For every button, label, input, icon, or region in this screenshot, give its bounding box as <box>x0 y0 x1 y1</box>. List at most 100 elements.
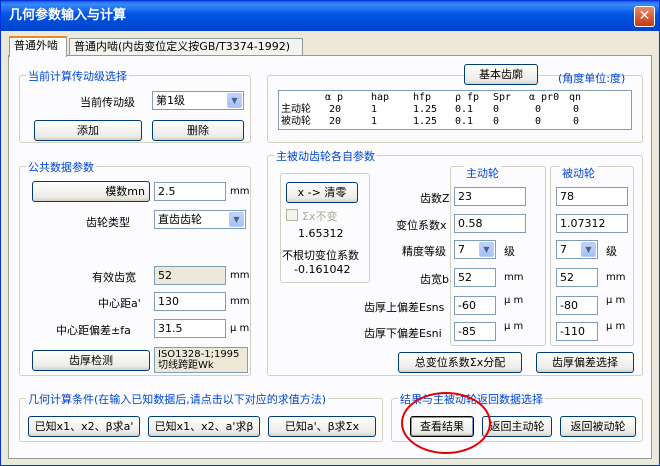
module-button[interactable]: 模数mn <box>32 181 150 202</box>
tab-internal-mesh[interactable]: 普通内啮(内齿变位定义按GB/T3374-1992) <box>69 38 303 56</box>
profile-cell: 20 <box>329 116 342 127</box>
driven-column-title: 被动轮 <box>560 165 597 181</box>
profile-cell: 0.1 <box>455 104 474 115</box>
driver-width-input[interactable]: 52 <box>454 268 496 287</box>
profile-header: qn <box>569 92 582 103</box>
calc-method-1-button[interactable]: 已知x1、x2、β求a' <box>28 416 140 437</box>
driver-lower-deviation-input[interactable]: -85 <box>454 322 496 341</box>
driver-upper-deviation-input[interactable]: -60 <box>454 296 496 315</box>
close-button[interactable]: ✕ <box>634 6 655 27</box>
chevron-down-icon[interactable]: ▼ <box>479 242 494 257</box>
driven-grade-select[interactable]: 7 ▼ <box>556 240 598 259</box>
stage-group-title: 当前计算传动级选择 <box>26 68 129 84</box>
current-stage-label: 当前传动级 <box>80 96 135 109</box>
return-driven-button[interactable]: 返回被动轮 <box>560 416 636 437</box>
calc-group-title: 几何计算条件(在输入已知数据后,请点击以下对应的求值方法) <box>26 391 329 407</box>
gears-group-title: 主被动齿轮各自参数 <box>274 148 377 164</box>
driven-grade-value: 7 <box>560 243 567 256</box>
profile-cell: 0 <box>573 104 580 115</box>
calc-method-3-button[interactable]: 已知a'、β求Σx <box>268 416 376 437</box>
thickness-method: 切线跨距Wk <box>158 360 214 371</box>
profile-cell: 0.1 <box>455 116 474 127</box>
gear-type-label: 齿轮类型 <box>86 216 130 229</box>
driver-column-title: 主动轮 <box>464 165 501 181</box>
add-stage-button[interactable]: 添加 <box>34 120 142 141</box>
profile-cell: 0 <box>535 104 542 115</box>
profile-row-driver[interactable]: 主动轮 20 1 1.25 0.1 0 0 0 <box>279 104 631 116</box>
chevron-down-icon[interactable]: ▼ <box>227 93 242 108</box>
delete-stage-button[interactable]: 删除 <box>152 120 244 141</box>
current-stage-select[interactable]: 第1级 ▼ <box>152 91 244 110</box>
center-deviation-unit: μ m <box>230 323 250 334</box>
module-input[interactable]: 2.5 <box>154 182 226 201</box>
driver-grade-select[interactable]: 7 ▼ <box>454 240 496 259</box>
profile-cell: 1 <box>371 104 378 115</box>
shift-sum-value: 1.65312 <box>298 227 344 240</box>
calc-method-2-button[interactable]: 已知x1、x2、a'求β <box>148 416 260 437</box>
basic-profile-button[interactable]: 基本齿廓 <box>464 64 538 85</box>
profile-header: hfp <box>413 92 432 103</box>
driven-lower-unit: μ m <box>606 321 626 332</box>
chevron-down-icon[interactable]: ▼ <box>229 212 244 227</box>
title-bar: 几何参数输入与计算 ✕ <box>1 1 659 31</box>
thickness-method-field: ISO1328-1;1995 切线跨距Wk <box>154 347 248 373</box>
face-width-b-label: 齿宽b <box>420 273 449 286</box>
driver-shift-input[interactable]: 0.58 <box>454 214 526 233</box>
driver-upper-unit: μ m <box>504 295 524 306</box>
profile-header: ρ fp <box>455 92 480 103</box>
angle-unit-note: (角度单位:度) <box>558 72 626 85</box>
center-deviation-label: 中心距偏差±fa <box>56 324 131 337</box>
tab-external-mesh[interactable]: 普通外啮 <box>9 36 67 57</box>
highlight-circle <box>401 392 491 454</box>
thickness-check-button[interactable]: 齿厚检测 <box>32 350 150 371</box>
clear-shift-button[interactable]: x -> 清零 <box>286 182 358 203</box>
lower-deviation-label: 齿厚下偏差Esni <box>364 327 442 340</box>
nonundercut-label: 不根切变位系数 <box>282 249 359 262</box>
accuracy-grade-label: 精度等级 <box>402 245 446 258</box>
profile-cell: 1.25 <box>413 116 438 127</box>
face-width-unit: mm <box>230 270 250 281</box>
face-width-field: 52 <box>154 266 226 285</box>
profile-cell: 20 <box>329 104 342 115</box>
driver-width-unit: mm <box>504 272 524 283</box>
driven-shift-input[interactable]: 1.07312 <box>556 214 628 233</box>
driver-teeth-input[interactable]: 23 <box>454 187 526 206</box>
center-distance-unit: mm <box>230 296 250 307</box>
gear-type-value: 直齿齿轮 <box>158 213 202 226</box>
gear-type-select[interactable]: 直齿齿轮 ▼ <box>154 210 246 229</box>
driver-grade-value: 7 <box>458 243 465 256</box>
driven-upper-deviation-input[interactable]: -80 <box>556 296 598 315</box>
profile-cell: 0 <box>573 116 580 127</box>
dialog-window: 几何参数输入与计算 ✕ 普通外啮 普通内啮(内齿变位定义按GB/T3374-19… <box>0 0 660 466</box>
chevron-down-icon[interactable]: ▼ <box>581 242 596 257</box>
driven-teeth-input[interactable]: 78 <box>556 187 628 206</box>
nonundercut-value: -0.161042 <box>294 263 351 276</box>
profile-header: α p <box>325 92 344 103</box>
center-distance-label: 中心距a' <box>98 297 141 310</box>
driven-width-unit: mm <box>606 272 626 283</box>
shift-coefficient-label: 变位系数x <box>396 219 447 232</box>
profile-cell: 0 <box>535 116 542 127</box>
profile-cell: 1.25 <box>413 104 438 115</box>
center-deviation-input[interactable]: 31.5 <box>154 319 226 338</box>
driven-lower-deviation-input[interactable]: -110 <box>556 322 598 341</box>
sum-fixed-checkbox[interactable] <box>286 209 298 221</box>
total-shift-distribution-button[interactable]: 总变位系数Σx分配 <box>398 352 522 373</box>
teeth-label: 齿数Z <box>420 192 450 205</box>
upper-deviation-label: 齿厚上偏差Esns <box>364 301 445 314</box>
driven-upper-unit: μ m <box>606 295 626 306</box>
profile-row-label: 主动轮 <box>281 104 311 115</box>
profile-row-driven[interactable]: 被动轮 20 1 1.25 0.1 0 0 0 <box>279 116 631 128</box>
stage-group: 当前计算传动级选择 当前传动级 第1级 ▼ 添加 删除 <box>19 68 251 143</box>
profile-table[interactable]: α p hap hfp ρ fp Spr α pr0 qn 主动轮 20 1 1… <box>278 90 632 130</box>
tab-panel: 当前计算传动级选择 当前传动级 第1级 ▼ 添加 删除 基本齿廓 (角度单位:度… <box>8 55 652 459</box>
driver-grade-unit: 级 <box>504 245 515 258</box>
common-group-title: 公共数据参数 <box>26 159 96 175</box>
thickness-tolerance-button[interactable]: 齿厚偏差选择 <box>536 352 634 373</box>
center-distance-input[interactable]: 130 <box>154 292 226 311</box>
return-driver-button[interactable]: 返回主动轮 <box>482 416 552 437</box>
profile-header: hap <box>371 92 390 103</box>
profile-header: α pr0 <box>529 92 560 103</box>
driven-width-input[interactable]: 52 <box>556 268 598 287</box>
thickness-standard: ISO1328-1;1995 <box>158 349 240 360</box>
